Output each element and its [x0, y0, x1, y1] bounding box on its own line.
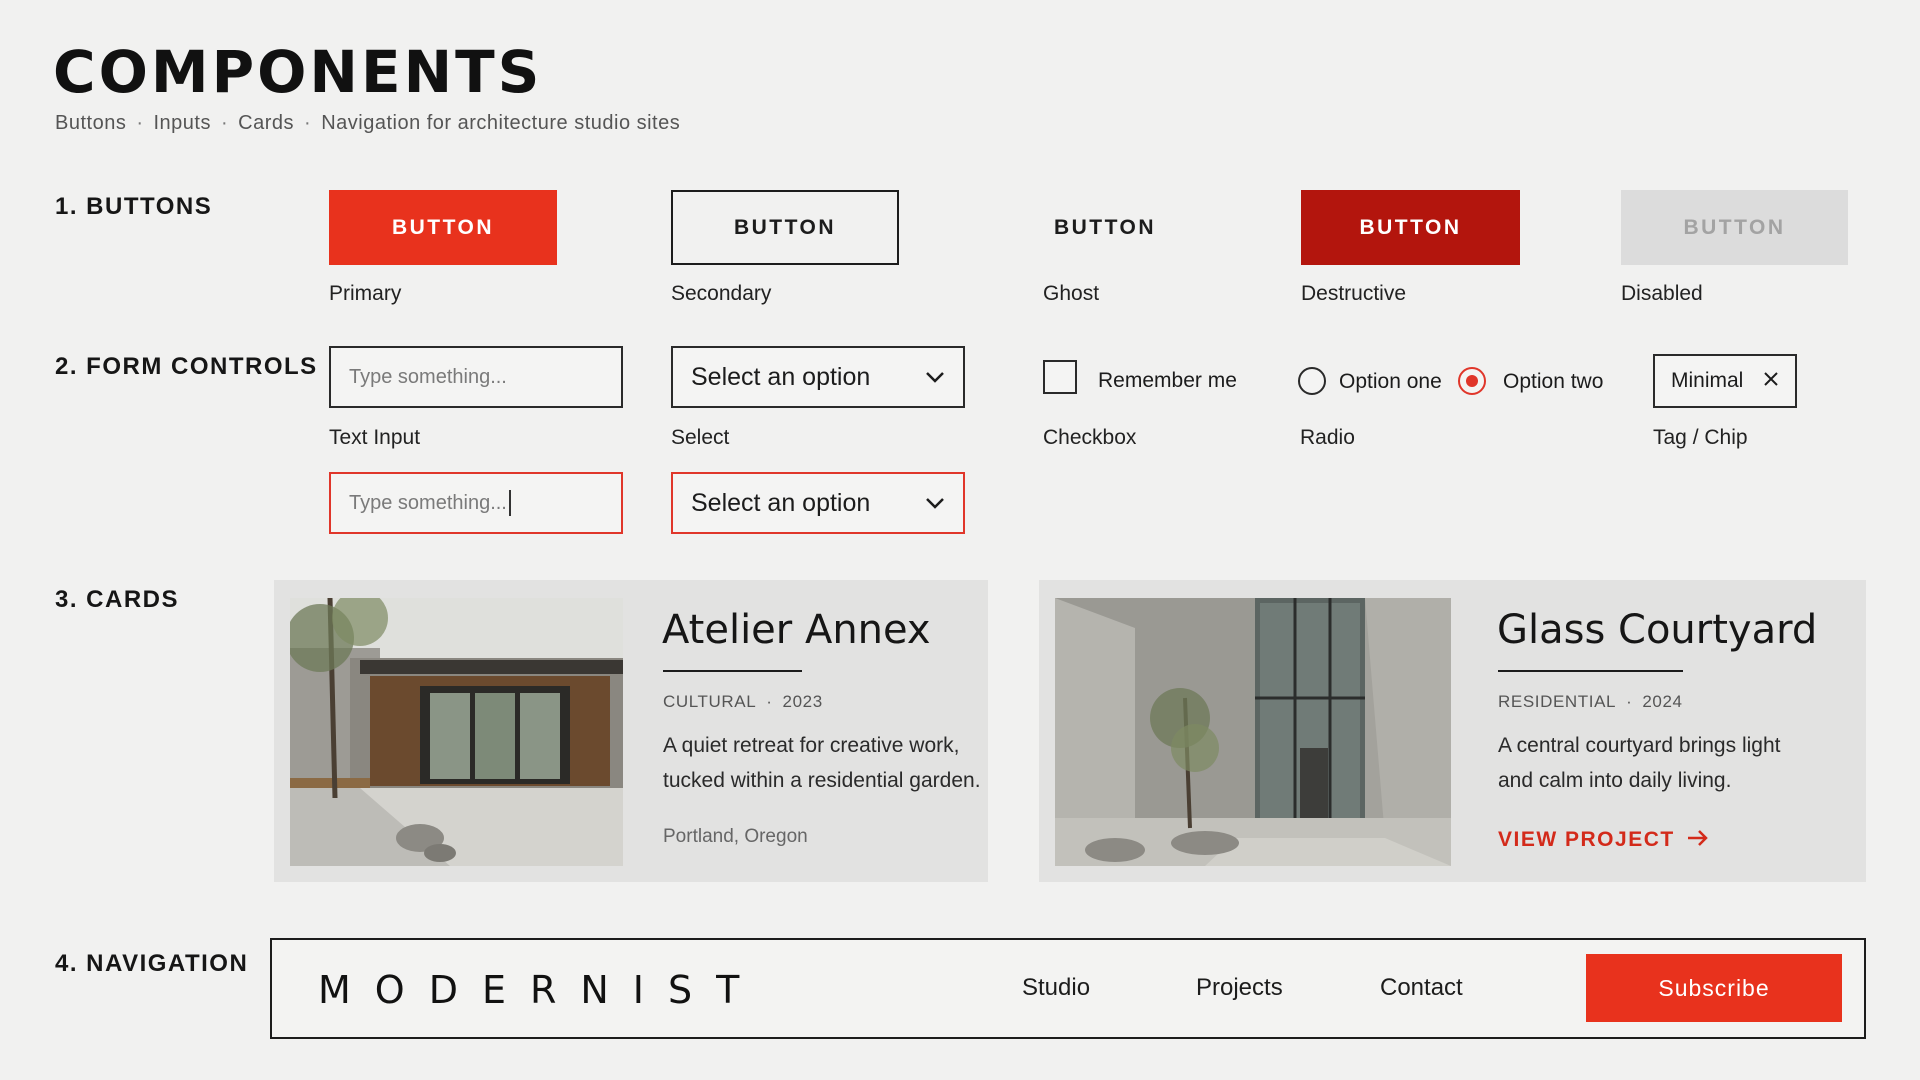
checkbox-label: Remember me [1098, 369, 1237, 392]
radio-option-one-label: Option one [1339, 370, 1442, 393]
card-title: Glass Courtyard [1497, 607, 1818, 653]
nav-link-studio[interactable]: Studio [1022, 974, 1090, 1002]
card-description: A central courtyard brings light and cal… [1498, 728, 1780, 798]
remember-me-checkbox[interactable] [1043, 360, 1077, 394]
subtitle-part: Cards [238, 112, 295, 134]
radio-option-two[interactable] [1458, 367, 1486, 395]
separator-dot: · [220, 112, 229, 134]
brand-logo[interactable]: MODERNIST [318, 968, 763, 1012]
card-year: 2023 [782, 692, 823, 711]
primary-button[interactable]: BUTTON [329, 190, 557, 265]
select-dropdown-error[interactable]: Select an option [671, 472, 965, 534]
text-input-placeholder: Type something... [349, 365, 507, 388]
close-icon[interactable] [1763, 371, 1779, 392]
text-input[interactable]: Type something... [329, 346, 623, 408]
card-category: CULTURAL [663, 692, 757, 711]
card-location: Portland, Oregon [663, 826, 808, 847]
project-photo [290, 598, 623, 866]
card-divider [663, 670, 802, 672]
card-meta: RESIDENTIAL · 2024 [1498, 692, 1683, 712]
subscribe-button[interactable]: Subscribe [1586, 954, 1842, 1022]
page-title: COMPONENTS [53, 38, 543, 106]
secondary-button[interactable]: BUTTON [671, 190, 899, 265]
text-input-error-value: Type something... [349, 491, 507, 514]
checkbox-caption: Checkbox [1043, 426, 1137, 449]
radio-option-two-label: Option two [1503, 370, 1604, 393]
card-description-line: A quiet retreat for creative work, [663, 734, 960, 757]
chevron-down-icon [925, 497, 945, 509]
tag-chip[interactable]: Minimal [1653, 354, 1797, 408]
radio-caption: Radio [1300, 426, 1355, 449]
card-description-line: A central courtyard brings light [1498, 734, 1781, 757]
primary-button-caption: Primary [329, 282, 402, 305]
destructive-button-caption: Destructive [1301, 282, 1407, 305]
nav-link-projects[interactable]: Projects [1196, 974, 1283, 1002]
card-description: A quiet retreat for creative work, tucke… [663, 728, 981, 798]
subtitle-part: Buttons [55, 112, 127, 134]
select-dropdown[interactable]: Select an option [671, 346, 965, 408]
section-label-cards: 3. CARDS [55, 586, 180, 613]
radio-option-one[interactable] [1298, 367, 1326, 395]
select-value: Select an option [691, 362, 871, 391]
card-description-line: tucked within a residential garden. [663, 769, 981, 792]
subtitle-part: Inputs [153, 112, 211, 134]
view-project-link[interactable]: VIEW PROJECT [1498, 828, 1709, 852]
ghost-button[interactable]: BUTTON [1030, 190, 1180, 265]
secondary-button-caption: Secondary [671, 282, 772, 305]
text-cursor [508, 490, 511, 516]
page-subtitle: Buttons · Inputs · Cards · Navigation fo… [55, 112, 680, 135]
section-label-navigation: 4. NAVIGATION [55, 950, 249, 977]
card-description-line: and calm into daily living. [1498, 769, 1732, 792]
card-title: Atelier Annex [662, 607, 931, 653]
separator-dot: · [766, 692, 773, 711]
separator-dot: · [304, 112, 312, 134]
project-card[interactable]: Atelier Annex CULTURAL · 2023 A quiet re… [274, 580, 988, 882]
card-divider [1498, 670, 1683, 672]
nav-link-contact[interactable]: Contact [1380, 974, 1463, 1002]
section-label-buttons: 1. BUTTONS [55, 193, 213, 220]
card-meta: CULTURAL · 2023 [663, 692, 823, 712]
navigation-bar: MODERNIST Studio Projects Contact Subscr… [270, 938, 1866, 1039]
separator-dot: · [136, 112, 144, 134]
view-project-label: VIEW PROJECT [1498, 828, 1675, 851]
project-photo [1055, 598, 1451, 866]
ghost-button-caption: Ghost [1043, 282, 1100, 305]
destructive-button[interactable]: BUTTON [1301, 190, 1520, 265]
disabled-button-caption: Disabled [1621, 282, 1703, 305]
chip-caption: Tag / Chip [1653, 426, 1748, 449]
text-input-error[interactable]: Type something... [329, 472, 623, 534]
card-category: RESIDENTIAL [1498, 692, 1617, 711]
section-label-forms: 2. FORM CONTROLS [55, 353, 318, 380]
separator-dot: · [1626, 692, 1633, 711]
arrow-right-icon [1687, 828, 1709, 852]
subtitle-part: Navigation for architecture studio sites [321, 112, 681, 134]
disabled-button: BUTTON [1621, 190, 1848, 265]
project-card[interactable]: Glass Courtyard RESIDENTIAL · 2024 A cen… [1039, 580, 1866, 882]
card-year: 2024 [1642, 692, 1683, 711]
chevron-down-icon [925, 371, 945, 383]
select-error-value: Select an option [691, 488, 871, 517]
select-caption: Select [671, 426, 730, 449]
chip-label: Minimal [1671, 369, 1744, 392]
text-input-caption: Text Input [329, 426, 421, 449]
